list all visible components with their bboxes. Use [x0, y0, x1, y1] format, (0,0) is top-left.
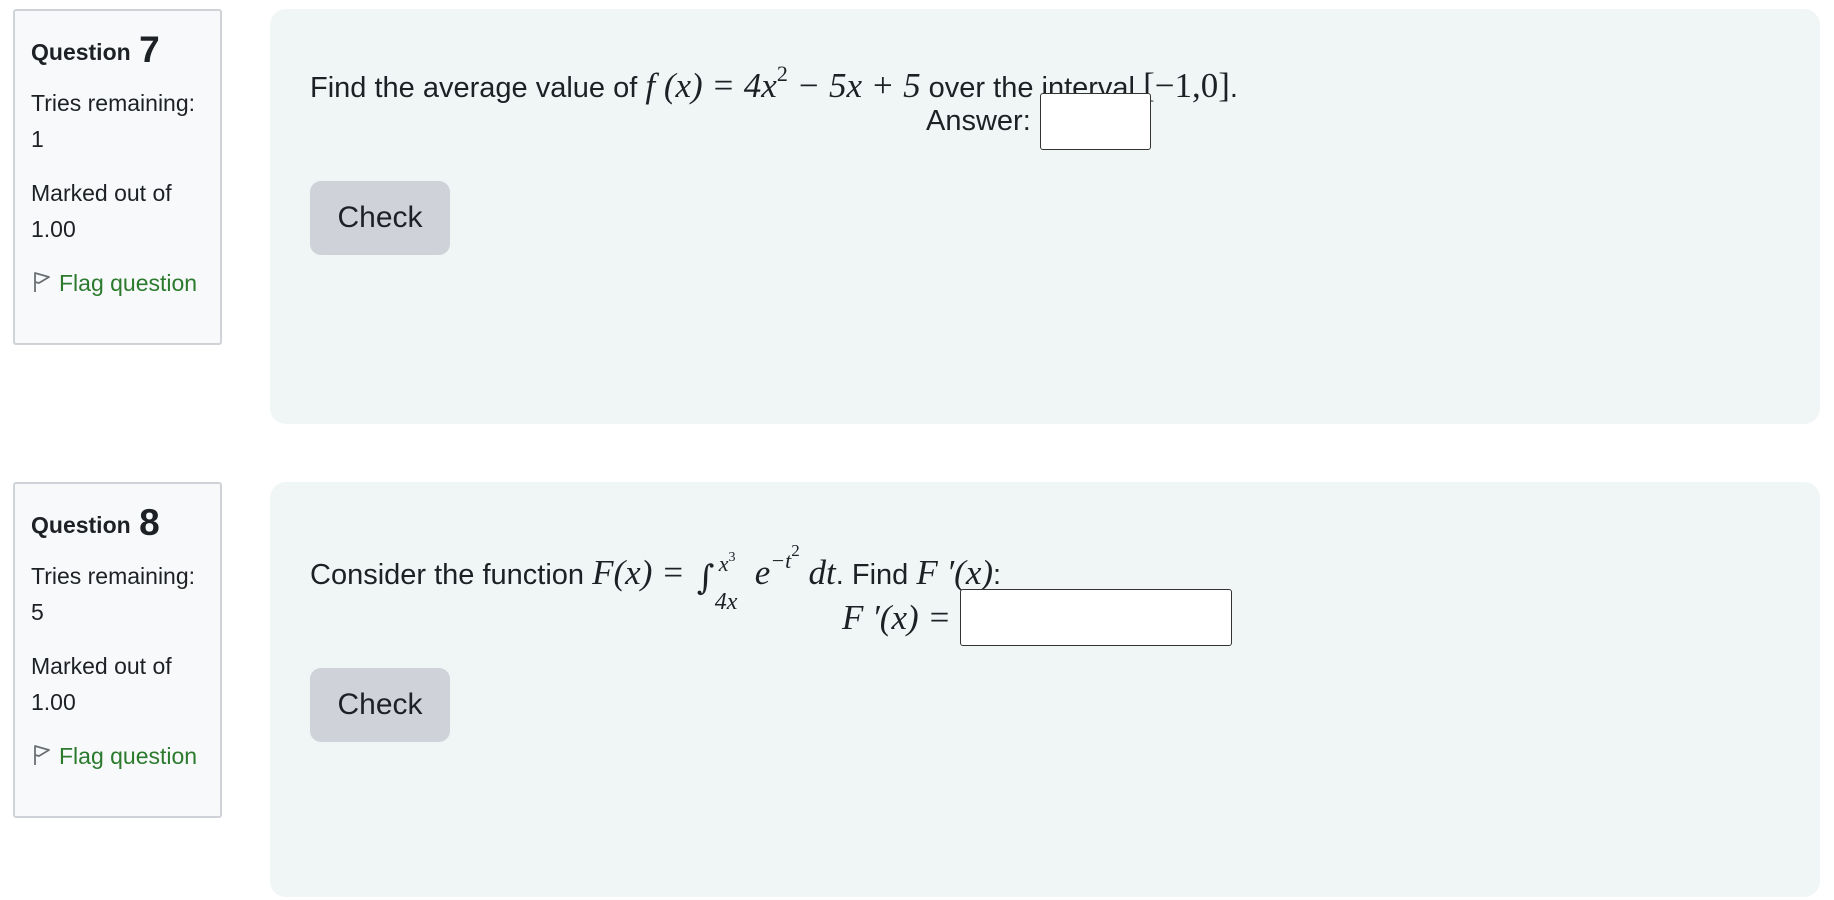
integrand-base: e: [754, 553, 771, 592]
question-content: Find the average value of f (x) = 4x2 − …: [270, 9, 1820, 424]
integral-sign-icon: ∫: [696, 558, 715, 599]
derivative-Fprime: F ′(x): [916, 553, 994, 592]
integrand-exponent: −t2: [770, 541, 799, 573]
question-label: Question: [31, 39, 131, 65]
function-fx: f (x) = 4x: [645, 66, 777, 105]
flag-question-label: Flag question: [59, 270, 198, 296]
question-number: Question 7: [31, 31, 205, 68]
answer-row: Answer:: [926, 93, 1151, 150]
upper-limit-base: x: [718, 551, 729, 577]
question-text-suffix: :: [993, 559, 1002, 591]
tries-remaining: Tries remaining: 5: [31, 563, 196, 625]
function-expression: f (x) = 4x2 − 5x + 5: [645, 61, 921, 105]
flag-question-link[interactable]: Flag question: [31, 738, 205, 774]
flag-question-link[interactable]: Flag question: [31, 265, 205, 301]
marked-out-of: Marked out of 1.00: [31, 653, 172, 715]
integrand-dt: dt: [799, 553, 836, 592]
question-info-panel: Question 7 Tries remaining: 1 Marked out…: [13, 9, 222, 345]
flag-outline-icon: [34, 272, 50, 292]
question-text-middle: . Find: [835, 559, 909, 591]
question-text-suffix: .: [1229, 72, 1238, 104]
question-label: Question: [31, 512, 131, 538]
function-exponent: 2: [776, 61, 788, 86]
derivative-expression: F ′(x): [916, 553, 993, 592]
question-7: Question 7 Tries remaining: 1 Marked out…: [0, 0, 1834, 424]
marked-out-of: Marked out of 1.00: [31, 180, 172, 242]
function-definition: F(x) =: [592, 553, 685, 592]
function-rest: − 5x + 5: [787, 66, 921, 105]
check-button[interactable]: Check: [310, 668, 450, 742]
question-number: Question 8: [31, 504, 205, 541]
lower-limit-value: 4x: [714, 589, 738, 616]
upper-limit-exponent: 3: [728, 550, 736, 566]
function-Fx: F(x) =: [592, 553, 685, 592]
tries-remaining: Tries remaining: 1: [31, 90, 196, 152]
integrand: e−t2 dt: [754, 541, 836, 592]
answer-row: F ′(x) =: [842, 589, 1232, 646]
question-content: Consider the function F(x) = ∫ x3 4x e−t…: [270, 482, 1820, 897]
check-button[interactable]: Check: [310, 181, 450, 255]
integral-expression: ∫ x3 4x: [693, 550, 755, 615]
answer-label: Answer:: [926, 105, 1031, 137]
question-8: Question 8 Tries remaining: 5 Marked out…: [0, 473, 1834, 897]
integral-lower-limit: 4x: [715, 577, 738, 627]
question-number-value: 8: [139, 502, 160, 543]
integrand-exponent-power: 2: [791, 541, 800, 560]
flag-question-label: Flag question: [59, 743, 198, 769]
interval-expression: [−1,0]: [1143, 66, 1230, 105]
question-number-value: 7: [139, 29, 160, 70]
answer-input[interactable]: [960, 589, 1232, 646]
question-info-panel: Question 8 Tries remaining: 5 Marked out…: [13, 482, 222, 818]
question-text-prefix: Consider the function: [310, 559, 585, 591]
integrand-exponent-text: −t: [770, 548, 792, 573]
answer-input[interactable]: [1039, 93, 1151, 150]
answer-label: F ′(x) =: [842, 597, 951, 637]
flag-outline-icon: [34, 745, 50, 765]
question-text-prefix: Find the average value of: [310, 72, 638, 104]
